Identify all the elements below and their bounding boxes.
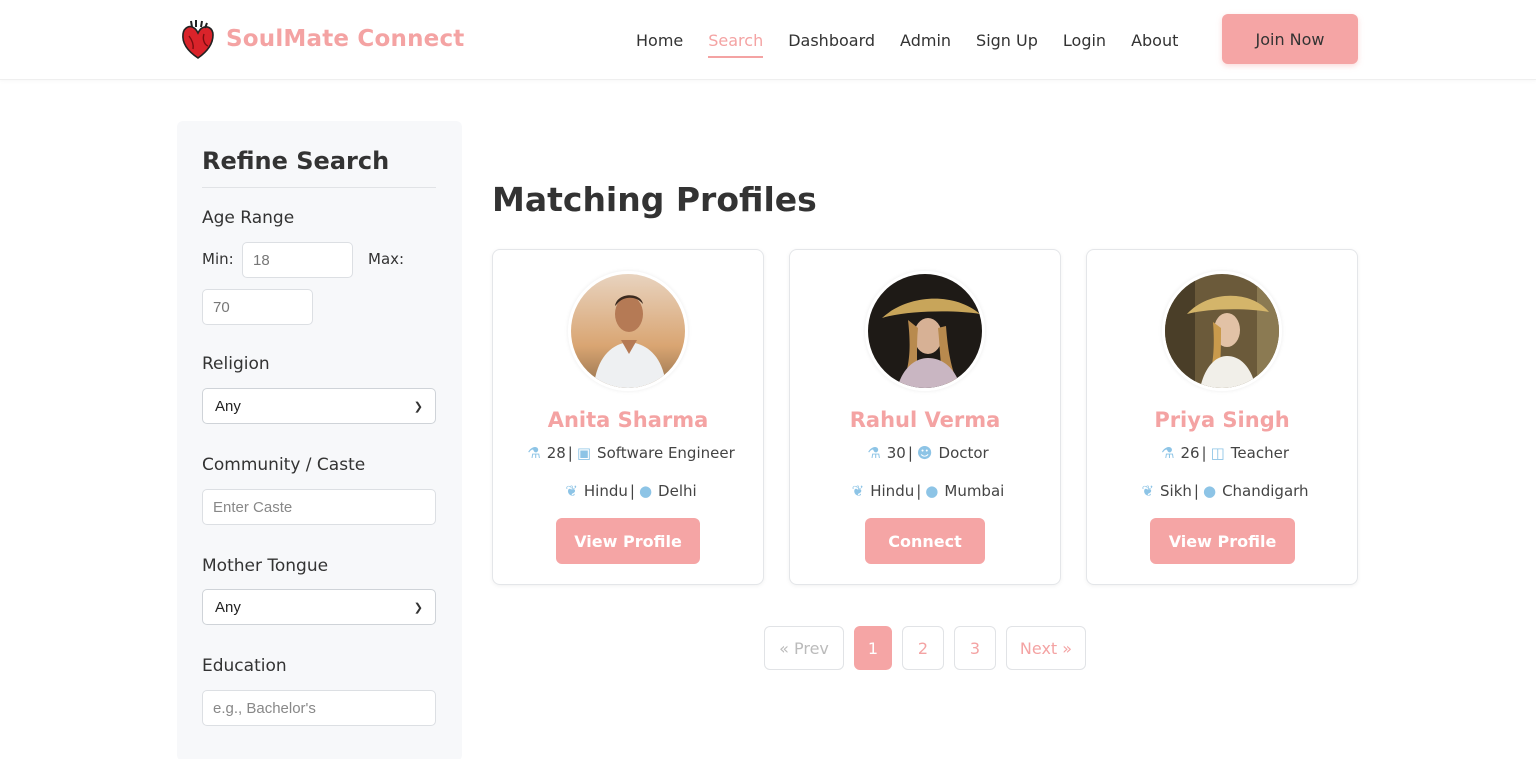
pagination-page-2[interactable]: 2 xyxy=(902,626,944,670)
profile-city: Mumbai xyxy=(944,482,1005,500)
mother-tongue-select[interactable]: Any ❯ xyxy=(202,589,436,625)
profile-city: Delhi xyxy=(658,482,697,500)
nav-search[interactable]: Search xyxy=(708,27,763,58)
nav-login[interactable]: Login xyxy=(1063,27,1106,54)
praying-hands-icon: ❦ xyxy=(851,482,865,500)
meta-separator: | xyxy=(1193,482,1199,500)
profile-card: Rahul Verma ⚗ 30 | ☻ Doctor ❦ Hindu | ● … xyxy=(789,249,1061,585)
chalkboard-teacher-icon: ◫ xyxy=(1210,444,1225,462)
education-label: Education xyxy=(202,656,287,676)
join-now-button[interactable]: Join Now xyxy=(1222,14,1358,64)
meta-separator: | xyxy=(629,482,635,500)
view-profile-button[interactable]: View Profile xyxy=(556,518,700,564)
nav-about[interactable]: About xyxy=(1131,27,1178,54)
education-input[interactable]: e.g., Bachelor's xyxy=(202,690,436,726)
connect-button[interactable]: Connect xyxy=(865,518,985,564)
site-header: SoulMate Connect Home Search Dashboard A… xyxy=(0,0,1536,80)
meta-separator: | xyxy=(1201,444,1207,462)
profile-city: Chandigarh xyxy=(1222,482,1309,500)
mother-tongue-select-value: Any xyxy=(215,598,241,616)
education-input-placeholder: e.g., Bachelor's xyxy=(213,699,316,717)
age-min-input[interactable]: 18 xyxy=(242,242,353,278)
pagination-page-1[interactable]: 1 xyxy=(854,626,892,670)
matching-profiles-heading: Matching Profiles xyxy=(492,180,817,219)
map-pin-icon: ● xyxy=(925,482,939,500)
mother-tongue-label: Mother Tongue xyxy=(202,556,329,576)
profile-name: Rahul Verma xyxy=(849,408,1001,432)
nav-dashboard[interactable]: Dashboard xyxy=(788,27,875,54)
profile-age-profession: ⚗ 28 | ▣ Software Engineer xyxy=(493,444,763,462)
caste-input-placeholder: Enter Caste xyxy=(213,498,293,516)
profile-card: Priya Singh ⚗ 26 | ◫ Teacher ❦ Sikh | ● … xyxy=(1086,249,1358,585)
profile-age: 28 xyxy=(546,444,566,462)
main-nav: Home Search Dashboard Admin Sign Up Logi… xyxy=(636,0,1203,80)
profile-name: Anita Sharma xyxy=(547,408,709,432)
profile-name: Priya Singh xyxy=(1154,408,1290,432)
birthday-cake-icon: ⚗ xyxy=(527,444,541,462)
heart-logo-icon xyxy=(182,20,214,59)
age-range-label: Age Range xyxy=(202,208,295,228)
age-max-input[interactable]: 70 xyxy=(202,289,313,325)
chevron-down-icon: ❯ xyxy=(413,601,423,614)
profile-religion-city: ❦ Sikh | ● Chandigarh xyxy=(1087,482,1357,500)
profile-religion: Hindu xyxy=(870,482,915,500)
religion-select[interactable]: Any ❯ xyxy=(202,388,436,424)
profile-age: 30 xyxy=(886,444,906,462)
meta-separator: | xyxy=(567,444,573,462)
profile-photo xyxy=(1162,271,1282,391)
map-pin-icon: ● xyxy=(1202,482,1217,500)
religion-select-value: Any xyxy=(215,397,241,415)
profile-profession: Doctor xyxy=(938,444,989,462)
caste-input[interactable]: Enter Caste xyxy=(202,489,436,525)
brand-logo-link[interactable]: SoulMate Connect xyxy=(180,18,465,60)
profile-card: Anita Sharma ⚗ 28 | ▣ Software Engineer … xyxy=(492,249,764,585)
meta-separator: | xyxy=(916,482,922,500)
sidebar-divider xyxy=(202,187,436,188)
profile-religion: Sikh xyxy=(1160,482,1192,500)
nav-sign-up[interactable]: Sign Up xyxy=(976,27,1038,54)
refine-search-sidebar: Refine Search Age Range Min: 18 Max: 70 … xyxy=(177,121,462,759)
sidebar-title: Refine Search xyxy=(202,147,390,175)
profile-photo xyxy=(865,271,985,391)
nav-home[interactable]: Home xyxy=(636,27,683,54)
profile-profession: Teacher xyxy=(1230,444,1289,462)
nav-admin[interactable]: Admin xyxy=(900,27,951,54)
profile-age: 26 xyxy=(1180,444,1200,462)
community-caste-label: Community / Caste xyxy=(202,455,366,475)
pagination-next[interactable]: Next » xyxy=(1006,626,1086,670)
profile-religion: Hindu xyxy=(583,482,628,500)
profile-profession: Software Engineer xyxy=(597,444,735,462)
birthday-cake-icon: ⚗ xyxy=(1161,444,1175,462)
religion-label: Religion xyxy=(202,354,270,374)
chevron-down-icon: ❯ xyxy=(413,400,423,413)
praying-hands-icon: ❦ xyxy=(565,482,578,500)
age-min-label: Min: xyxy=(202,250,234,268)
briefcase-icon: ▣ xyxy=(576,444,592,462)
praying-hands-icon: ❦ xyxy=(1141,482,1155,500)
view-profile-button[interactable]: View Profile xyxy=(1150,518,1295,564)
profile-age-profession: ⚗ 30 | ☻ Doctor xyxy=(790,444,1060,462)
brand-name: SoulMate Connect xyxy=(226,26,465,52)
profile-age-profession: ⚗ 26 | ◫ Teacher xyxy=(1087,444,1357,462)
profile-photo xyxy=(568,271,688,391)
pagination-page-3[interactable]: 3 xyxy=(954,626,996,670)
profile-religion-city: ❦ Hindu | ● Mumbai xyxy=(790,482,1060,500)
birthday-cake-icon: ⚗ xyxy=(867,444,881,462)
meta-separator: | xyxy=(907,444,913,462)
pagination-prev[interactable]: « Prev xyxy=(764,626,844,670)
user-doctor-icon: ☻ xyxy=(916,444,933,462)
profile-religion-city: ❦ Hindu | ● Delhi xyxy=(493,482,763,500)
map-pin-icon: ● xyxy=(638,482,653,500)
age-max-label: Max: xyxy=(368,250,405,268)
